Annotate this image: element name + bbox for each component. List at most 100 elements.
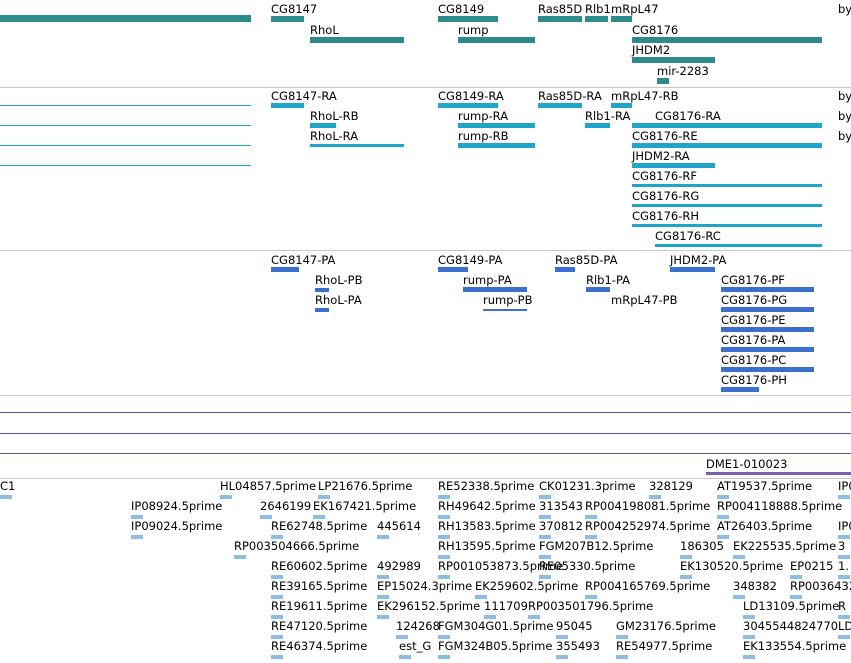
est-label[interactable]: IP08924.5prime: [131, 500, 222, 513]
est-label[interactable]: EK259602.5prime: [475, 580, 578, 593]
est-label[interactable]: RH13595.5prime: [438, 540, 536, 553]
est-label[interactable]: RE60602.5prime: [271, 560, 367, 573]
est-label[interactable]: 355493: [556, 640, 600, 653]
protein-label[interactable]: CG8176-PH: [721, 374, 787, 387]
est-label[interactable]: RE05330.5prime: [539, 560, 635, 573]
protein-bar[interactable]: [586, 287, 610, 292]
est-label[interactable]: RH49642.5prime: [438, 500, 536, 513]
protein-label[interactable]: CG8176-PE: [721, 314, 786, 327]
est-label[interactable]: LP21676.5prime: [318, 480, 412, 493]
est-label[interactable]: RP004252974.5prime: [585, 520, 710, 533]
gene-label[interactable]: CG8176: [632, 24, 678, 37]
transcript-bar[interactable]: [0, 105, 251, 106]
transcript-label[interactable]: RhoL-RB: [310, 110, 359, 123]
gene-label[interactable]: CG8149: [438, 3, 484, 16]
est-label[interactable]: RE54977.5prime: [616, 640, 712, 653]
protein-bar[interactable]: [483, 309, 527, 311]
protein-bar[interactable]: [315, 288, 329, 292]
est-label[interactable]: R: [838, 600, 846, 613]
protein-label[interactable]: CG8147-PA: [271, 254, 335, 267]
transcript-bar[interactable]: [0, 125, 251, 126]
est-label[interactable]: AT26403.5prime: [717, 520, 812, 533]
est-feature[interactable]: [377, 535, 389, 539]
protein-label[interactable]: JHDM2-PA: [670, 254, 726, 267]
transcript-label[interactable]: CG8176-RE: [632, 130, 698, 143]
transcript-bar[interactable]: [632, 224, 822, 227]
est-feature[interactable]: [743, 655, 755, 659]
protein-label[interactable]: CG8176-PC: [721, 354, 786, 367]
protein-bar[interactable]: [721, 287, 814, 292]
est-label[interactable]: est_G: [399, 640, 431, 653]
transcript-label[interactable]: RhoL-RA: [310, 130, 358, 143]
est-label[interactable]: RE19611.5prime: [271, 600, 367, 613]
protein-label[interactable]: CG8149-PA: [438, 254, 502, 267]
protein-label[interactable]: mRpL47-PB: [611, 294, 678, 307]
transcript-label[interactable]: CG8176-RF: [632, 170, 697, 183]
gene-bar[interactable]: [458, 37, 535, 43]
est-label[interactable]: FGM207B12.5prime: [539, 540, 653, 553]
gene-label[interactable]: by: [838, 3, 851, 16]
est-label[interactable]: 186305: [680, 540, 724, 553]
transcript-label[interactable]: CG8149-RA: [438, 90, 504, 103]
gene-bar[interactable]: [585, 16, 608, 22]
est-label[interactable]: EK225535.5prime: [733, 540, 836, 553]
est-label[interactable]: EK167421.5prime: [313, 500, 416, 513]
transcript-bar[interactable]: [632, 123, 822, 128]
gene-label[interactable]: JHDM2: [632, 44, 670, 57]
transcript-bar[interactable]: [438, 103, 498, 108]
gene-label[interactable]: Rlb1: [585, 3, 611, 16]
transcript-label[interactable]: rump-RB: [458, 130, 509, 143]
protein-bar[interactable]: [315, 308, 329, 312]
est-label[interactable]: 124268: [396, 620, 440, 633]
est-label[interactable]: EK133554.5prime: [743, 640, 846, 653]
protein-label[interactable]: RhoL-PA: [315, 294, 362, 307]
est-label[interactable]: 328129: [649, 480, 693, 493]
protein-bar[interactable]: [721, 347, 814, 352]
transcript-bar[interactable]: [310, 144, 404, 147]
est-label[interactable]: IP0: [838, 520, 851, 533]
transcript-bar[interactable]: [585, 123, 610, 128]
est-label[interactable]: 3: [838, 540, 845, 553]
est-label[interactable]: 313543: [539, 500, 583, 513]
transcript-bar[interactable]: [611, 103, 632, 108]
transcript-label[interactable]: CG8176-RA: [655, 110, 721, 123]
est-label[interactable]: 2646199: [260, 500, 311, 513]
dme-bar[interactable]: [706, 472, 851, 475]
est-label[interactable]: RE52338.5prime: [438, 480, 534, 493]
est-feature[interactable]: [556, 655, 568, 659]
protein-label[interactable]: rump-PB: [483, 294, 533, 307]
transcript-label[interactable]: CG8147-RA: [271, 90, 337, 103]
protein-label[interactable]: CG8176-PA: [721, 334, 785, 347]
est-feature[interactable]: [234, 555, 246, 559]
gene-label[interactable]: RhoL: [310, 24, 339, 37]
est-label[interactable]: GM23176.5prime: [616, 620, 716, 633]
protein-bar[interactable]: [721, 367, 814, 372]
transcript-label[interactable]: CG8176-RH: [632, 210, 699, 223]
protein-label[interactable]: RhoL-PB: [315, 274, 363, 287]
transcript-label[interactable]: rump-RA: [458, 110, 508, 123]
protein-label[interactable]: Ras85D-PA: [555, 254, 617, 267]
protein-bar[interactable]: [555, 267, 575, 272]
est-label[interactable]: FGM304G01.5prime: [438, 620, 553, 633]
transcript-bar[interactable]: [538, 103, 582, 108]
gene-label[interactable]: mir-2283: [657, 65, 709, 78]
est-label[interactable]: EP15024.3prime: [377, 580, 472, 593]
est-label[interactable]: LD13109.5prime: [743, 600, 839, 613]
est-label[interactable]: EK296152.5prime: [377, 600, 480, 613]
transcript-bar[interactable]: [655, 244, 822, 247]
est-feature[interactable]: [271, 655, 283, 659]
transcript-label[interactable]: Ras85D-RA: [538, 90, 602, 103]
protein-label[interactable]: CG8176-PG: [721, 294, 787, 307]
protein-bar[interactable]: [271, 267, 299, 272]
gene-label[interactable]: Ras85D: [538, 3, 582, 16]
est-label[interactable]: LD: [838, 620, 851, 633]
gene-bar[interactable]: [0, 15, 251, 22]
dme-label[interactable]: DME1-010023: [706, 458, 787, 471]
gene-bar[interactable]: [632, 57, 715, 63]
protein-bar[interactable]: [721, 387, 759, 392]
est-feature[interactable]: [438, 655, 450, 659]
protein-bar[interactable]: [463, 287, 527, 292]
transcript-bar[interactable]: [0, 165, 251, 166]
est-label[interactable]: HL04857.5prime: [220, 480, 316, 493]
transcript-label[interactable]: mRpL47-RB: [611, 90, 679, 103]
